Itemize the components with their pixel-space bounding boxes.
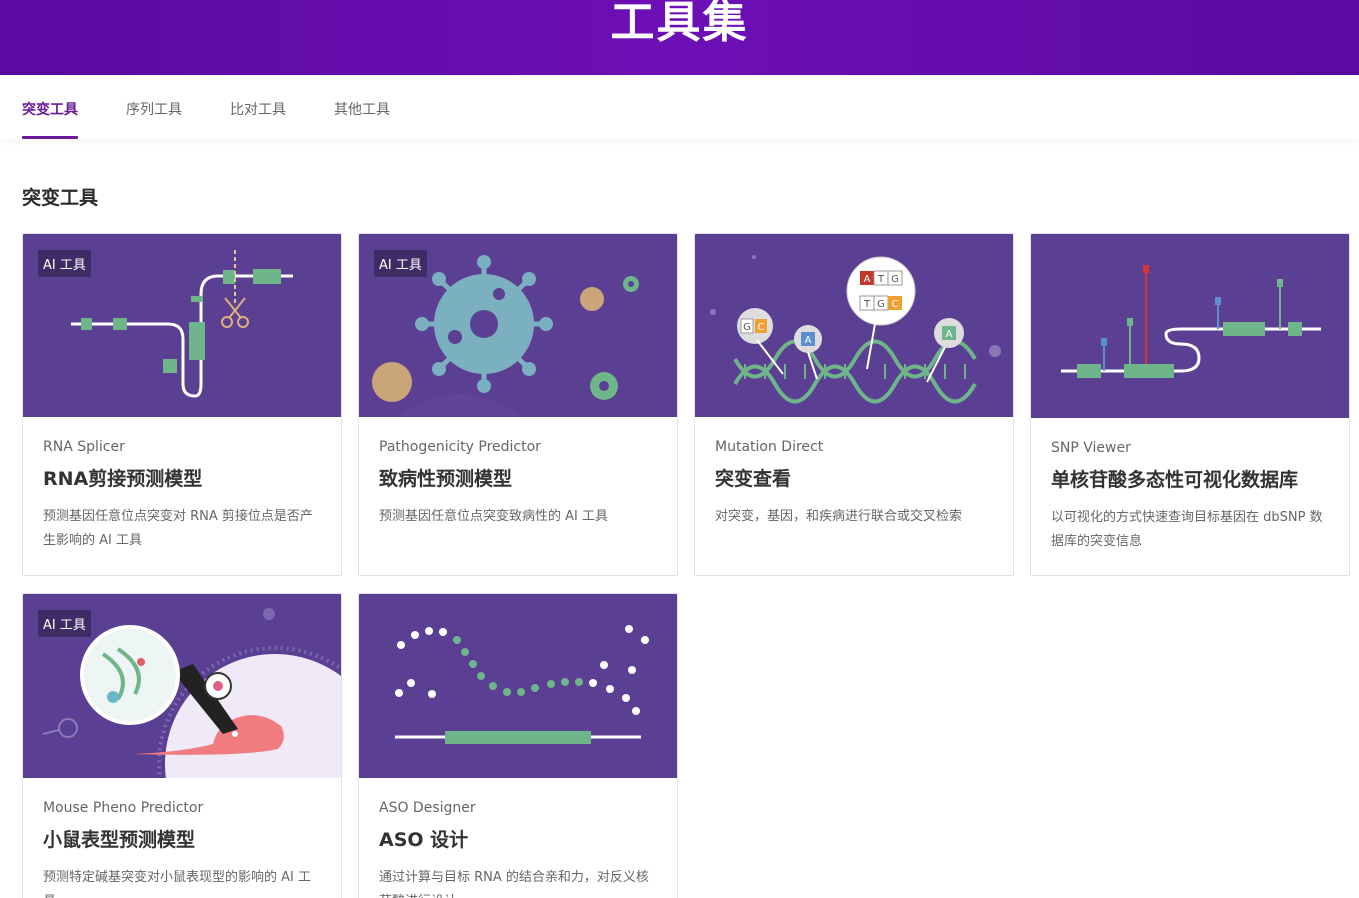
snp-graphic (1061, 265, 1321, 378)
card-subtitle: Mouse Pheno Predictor (43, 800, 204, 816)
base-letter: T (877, 274, 885, 285)
tab-bar: 突变工具 序列工具 比对工具 其他工具 (0, 75, 1359, 139)
card-description: 通过计算与目标 RNA 的结合亲和力，对反义核苷酸进行设计 (379, 870, 649, 898)
ai-tool-badge: AI 工具 (38, 250, 91, 277)
tab-mutation-tools[interactable]: 突变工具 (22, 99, 78, 139)
card-mouse-pheno-predictor[interactable]: AI 工具 Mouse Pheno Predictor 小鼠表型预测模型 预测特… (22, 593, 342, 898)
card-snp-viewer[interactable]: SNP Viewer 单核苷酸多态性可视化数据库 以可视化的方式快速查询目标基因… (1030, 233, 1350, 576)
snp-viewer-illustration (1031, 234, 1349, 418)
tab-sequence-tools[interactable]: 序列工具 (126, 99, 182, 139)
base-letter: C (892, 299, 899, 310)
base-letter: G (743, 322, 751, 333)
card-title: 突变查看 (715, 468, 792, 490)
base-letter: A (946, 329, 953, 340)
aso-graphic (395, 625, 649, 744)
rna-splicer-illustration: AI 工具 (23, 234, 341, 417)
card-subtitle: RNA Splicer (43, 439, 125, 455)
card-mutation-direct[interactable]: G C A A T G T G C A Mutation Direct 突变查看… (694, 233, 1014, 576)
page-title: 工具集 (610, 0, 749, 48)
ai-tool-badge: AI 工具 (374, 250, 427, 277)
card-subtitle: Pathogenicity Predictor (379, 439, 541, 455)
card-title: ASO 设计 (379, 829, 469, 851)
card-pathogenicity-predictor[interactable]: AI 工具 Pathogenicity Predictor 致病性预测模型 预测… (358, 233, 678, 576)
tab-other-tools[interactable]: 其他工具 (334, 99, 390, 139)
card-subtitle: Mutation Direct (715, 439, 824, 455)
card-subtitle: ASO Designer (379, 800, 476, 816)
card-title: 致病性预测模型 (379, 468, 513, 490)
card-title: 小鼠表型预测模型 (43, 829, 196, 851)
hero-banner: 工具集 (0, 0, 1359, 75)
base-letter: G (877, 299, 885, 310)
base-letter: T (863, 299, 871, 310)
pathogenicity-illustration: AI 工具 (359, 234, 677, 417)
mutation-direct-illustration: G C A A T G T G C A (695, 234, 1013, 417)
dna-mutation-graphic: G C A A T G T G C A (710, 255, 1001, 404)
base-letter: A (864, 274, 871, 285)
aso-designer-illustration (359, 594, 677, 778)
section-title: 突变工具 (22, 187, 99, 209)
card-aso-designer[interactable]: ASO Designer ASO 设计 通过计算与目标 RNA 的结合亲和力，对… (358, 593, 678, 898)
card-title: 单核苷酸多态性可视化数据库 (1051, 469, 1299, 491)
card-subtitle: SNP Viewer (1051, 440, 1131, 456)
card-description: 以可视化的方式快速查询目标基因在 dbSNP 数据库的突变信息 (1051, 510, 1323, 549)
card-rna-splicer[interactable]: AI 工具 RNA Splicer RNA剪接预测模型 预测基因任意位点突变对 … (22, 233, 342, 576)
card-description: 对突变，基因，和疾病进行联合或交叉检索 (715, 509, 963, 524)
card-title: RNA剪接预测模型 (43, 468, 203, 490)
card-description: 预测基因任意位点突变对 RNA 剪接位点是否产生影响的 AI 工具 (43, 509, 313, 548)
base-letter: G (891, 274, 899, 285)
card-description: 预测特定碱基突变对小鼠表现型的影响的 AI 工具 (43, 870, 311, 898)
ai-tool-badge: AI 工具 (38, 610, 91, 637)
tab-alignment-tools[interactable]: 比对工具 (230, 99, 286, 139)
base-letter: C (758, 322, 765, 333)
card-description: 预测基因任意位点突变致病性的 AI 工具 (379, 509, 608, 524)
base-letter: A (805, 335, 812, 346)
mouse-pheno-illustration: AI 工具 (23, 594, 341, 778)
